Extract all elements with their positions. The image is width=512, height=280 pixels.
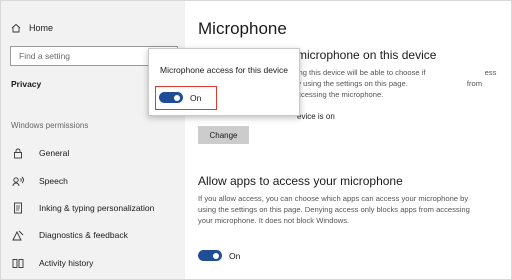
sidebar-item-label: Diagnostics & feedback: [39, 230, 128, 240]
speech-icon: [11, 175, 25, 187]
sidebar-item-label: Speech: [39, 176, 68, 186]
section-desc-apps: If you allow access, you can choose whic…: [198, 194, 470, 225]
lock-icon: [11, 147, 25, 159]
sidebar-item-label: General: [39, 148, 70, 158]
popup-title: Microphone access for this device: [160, 65, 289, 75]
section-title-apps: Allow apps to access your microphone: [198, 174, 403, 188]
activity-history-icon: [11, 257, 25, 269]
device-status-text: evice is on: [297, 112, 335, 121]
search-placeholder: Find a setting: [19, 51, 71, 61]
sidebar-item-label: Activity history: [39, 258, 94, 268]
section-title-device: microphone on this device: [297, 48, 437, 62]
section-desc-device: sing this device will be able to choose …: [293, 68, 497, 99]
diagnostics-icon: [11, 229, 25, 241]
main-content: Microphone microphone on this device sin…: [185, 1, 511, 279]
device-access-popup: Microphone access for this device On: [148, 48, 300, 116]
apps-access-toggle-row: On: [198, 250, 240, 261]
change-button[interactable]: Change: [198, 126, 249, 144]
home-icon: [11, 23, 21, 33]
device-access-toggle[interactable]: [159, 92, 183, 103]
sidebar: Home Find a setting Privacy Windows perm…: [1, 1, 185, 279]
sidebar-item-inking[interactable]: Inking & typing personalization: [11, 202, 154, 214]
apps-access-toggle-label: On: [229, 250, 241, 261]
section-label: Windows permissions: [11, 121, 89, 130]
page-title: Microphone: [198, 19, 287, 38]
sidebar-item-label: Inking & typing personalization: [39, 203, 155, 213]
inking-icon: [11, 202, 25, 214]
sidebar-item-general[interactable]: General: [11, 147, 69, 159]
home-label: Home: [29, 23, 54, 33]
sidebar-item-diagnostics[interactable]: Diagnostics & feedback: [11, 229, 128, 241]
device-access-toggle-label: On: [190, 92, 202, 103]
device-access-toggle-row: On: [159, 92, 201, 103]
apps-access-toggle[interactable]: [198, 250, 222, 261]
sidebar-item-activity-history[interactable]: Activity history: [11, 257, 93, 269]
sidebar-item-speech[interactable]: Speech: [11, 175, 68, 187]
category-title: Privacy: [11, 79, 42, 89]
home-link[interactable]: Home: [11, 23, 53, 33]
